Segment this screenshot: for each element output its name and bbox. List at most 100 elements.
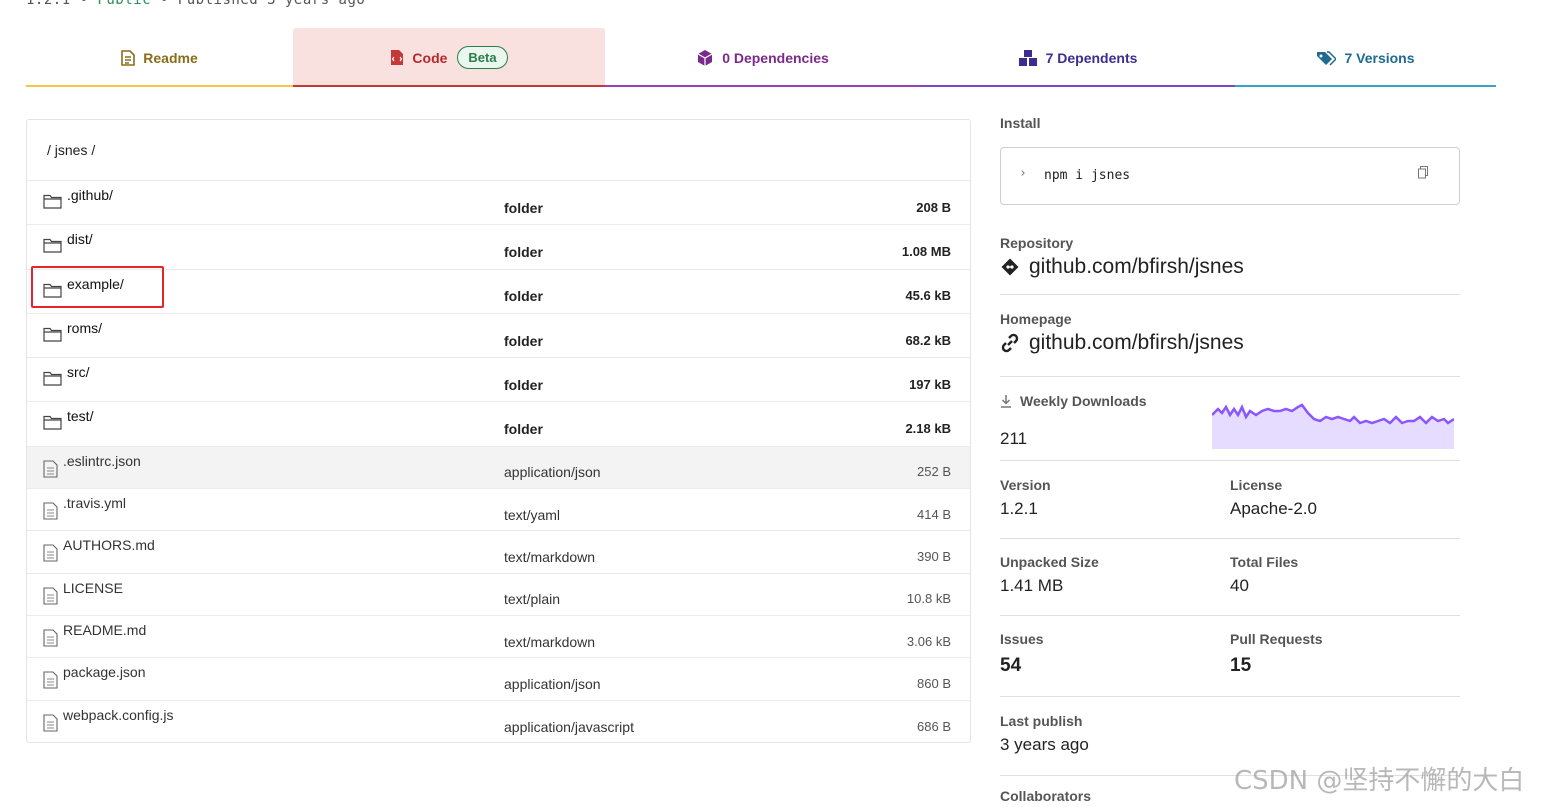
entry-type: text/plain	[504, 591, 561, 608]
folder-row[interactable]: dist/folder 1.08 MB	[27, 225, 970, 270]
entry-name-text: webpack.config.js	[63, 706, 174, 723]
entry-type: text/yaml	[504, 506, 561, 523]
sidebar: Install › npm i jsnes Repository github.…	[1000, 115, 1460, 804]
entry-name[interactable]: README.md	[43, 622, 146, 647]
folder-row[interactable]: roms/folder 68.2 kB	[27, 314, 970, 359]
entry-name[interactable]: LICENSE	[43, 580, 123, 605]
repository-section: Repository github.com/bfirsh/jsnes	[1000, 235, 1460, 295]
homepage-section: Homepage github.com/bfirsh/jsnes	[1000, 311, 1460, 377]
entry-type: folder	[504, 420, 543, 437]
tab-code[interactable]: Code Beta	[293, 28, 605, 87]
tab-dependencies-label: 0 Dependencies	[722, 49, 829, 66]
file-row[interactable]: LICENSE text/plain 10.8 kB	[27, 574, 970, 616]
homepage-url: github.com/bfirsh/jsnes	[1029, 331, 1244, 354]
tab-readme[interactable]: Readme	[26, 28, 293, 87]
tab-dependencies[interactable]: 0 Dependencies	[605, 28, 920, 87]
install-label: Install	[1000, 115, 1041, 131]
entry-name[interactable]: .eslintrc.json	[43, 453, 141, 478]
entry-name[interactable]: .github/	[43, 187, 113, 209]
entry-name-text: .eslintrc.json	[63, 452, 141, 469]
version-label: Version	[1000, 477, 1051, 493]
highlight-box	[31, 266, 164, 308]
link-icon	[1001, 333, 1019, 353]
tab-versions-label: 7 Versions	[1344, 49, 1415, 66]
entry-name-text: dist/	[67, 231, 93, 248]
entry-name-text: package.json	[63, 664, 146, 681]
entry-name[interactable]: AUTHORS.md	[43, 537, 155, 562]
file-icon	[43, 671, 58, 689]
git-icon	[1001, 258, 1019, 276]
folder-row[interactable]: test/folder 2.18 kB	[27, 402, 970, 447]
entry-name[interactable]: package.json	[43, 664, 146, 689]
file-row[interactable]: webpack.config.js application/javascript 6…	[27, 701, 970, 743]
folder-row[interactable]: src/folder 197 kB	[27, 358, 970, 403]
license-block: License Apache-2.0	[1230, 477, 1460, 538]
pull-requests-block: Pull Requests 15	[1230, 631, 1460, 696]
tab-dependents[interactable]: 7 Dependents	[920, 28, 1235, 87]
entry-type: folder	[504, 332, 543, 349]
entry-name[interactable]: roms/	[43, 320, 102, 342]
package-meta-line: 1.2.1 • Public • Published 3 years ago	[26, 0, 366, 8]
entry-name-text: .travis.yml	[63, 495, 126, 512]
folder-row[interactable]: .github/folder 208 B	[27, 181, 970, 226]
entry-type: folder	[504, 288, 543, 305]
file-browser: / jsnes / .github/folder 208 B dist/folder…	[26, 119, 971, 743]
entry-size: 197 kB	[909, 376, 951, 392]
tab-versions[interactable]: 7 Versions	[1235, 28, 1496, 87]
entry-size: 68.2 kB	[905, 332, 951, 348]
code-file-icon	[390, 49, 404, 66]
entry-size: 390 B	[917, 549, 951, 565]
copy-icon[interactable]	[1417, 166, 1429, 183]
weekly-downloads-value: 211	[1000, 429, 1028, 448]
license-value: Apache-2.0	[1230, 499, 1317, 518]
tab-code-label: Code	[412, 49, 448, 66]
folder-row[interactable]: example/folder 45.6 kB	[27, 270, 970, 314]
file-row[interactable]: .eslintrc.json application/json 252 B	[27, 446, 970, 490]
beta-badge: Beta	[457, 46, 508, 69]
file-row[interactable]: AUTHORS.md text/markdown 390 B	[27, 531, 970, 574]
repository-link[interactable]: github.com/bfirsh/jsnes	[1000, 255, 1460, 279]
entry-size: 3.06 kB	[906, 633, 951, 649]
entry-name[interactable]: dist/	[43, 231, 93, 253]
license-label: License	[1230, 477, 1283, 493]
issues-value[interactable]: 54	[1000, 655, 1230, 677]
entry-type: folder	[504, 243, 543, 260]
entry-name-text: roms/	[67, 319, 102, 336]
entry-size: 2.18 kB	[905, 421, 951, 437]
file-row[interactable]: package.json application/json 860 B	[27, 658, 970, 701]
entry-name[interactable]: .travis.yml	[43, 495, 126, 520]
issues-prs-section: Issues 54 Pull Requests 15	[1000, 631, 1460, 697]
entry-size: 860 B	[917, 675, 951, 691]
entry-name[interactable]: webpack.config.js	[43, 707, 174, 732]
entry-name[interactable]: src/	[43, 364, 90, 386]
repository-url: github.com/bfirsh/jsnes	[1029, 255, 1244, 278]
entry-size: 10.8 kB	[906, 591, 951, 607]
pull-requests-value[interactable]: 15	[1230, 655, 1460, 677]
entry-type: application/json	[504, 464, 601, 481]
box-icon	[696, 49, 714, 67]
homepage-link[interactable]: github.com/bfirsh/jsnes	[1000, 331, 1460, 355]
entry-name-text: test/	[67, 408, 94, 425]
watermark: CSDN @坚持不懈的大白	[1234, 766, 1525, 796]
install-command-box[interactable]: › npm i jsnes	[1000, 147, 1460, 205]
total-files-label: Total Files	[1230, 554, 1299, 570]
tags-icon	[1316, 50, 1337, 66]
entry-name[interactable]: test/	[43, 408, 94, 431]
file-row[interactable]: README.md text/markdown 3.06 kB	[27, 616, 970, 659]
issues-block: Issues 54	[1000, 631, 1230, 696]
version-block: Version 1.2.1	[1000, 477, 1230, 538]
weekly-downloads-section: Weekly Downloads 211	[1000, 393, 1460, 461]
issues-label: Issues	[1000, 631, 1044, 647]
entry-name-text: LICENSE	[63, 579, 123, 596]
unpacked-size-label: Unpacked Size	[1000, 554, 1099, 570]
entry-name-text: src/	[67, 364, 90, 381]
pull-requests-label: Pull Requests	[1230, 631, 1323, 647]
file-icon	[43, 502, 58, 520]
repository-label: Repository	[1000, 235, 1074, 251]
unpacked-size-value: 1.41 MB	[1000, 576, 1064, 595]
file-icon	[43, 714, 58, 732]
file-row[interactable]: .travis.yml text/yaml 414 B	[27, 489, 970, 532]
size-files-section: Unpacked Size 1.41 MB Total Files 40	[1000, 554, 1460, 616]
total-files-value: 40	[1230, 576, 1249, 595]
entry-type: folder	[504, 199, 543, 216]
